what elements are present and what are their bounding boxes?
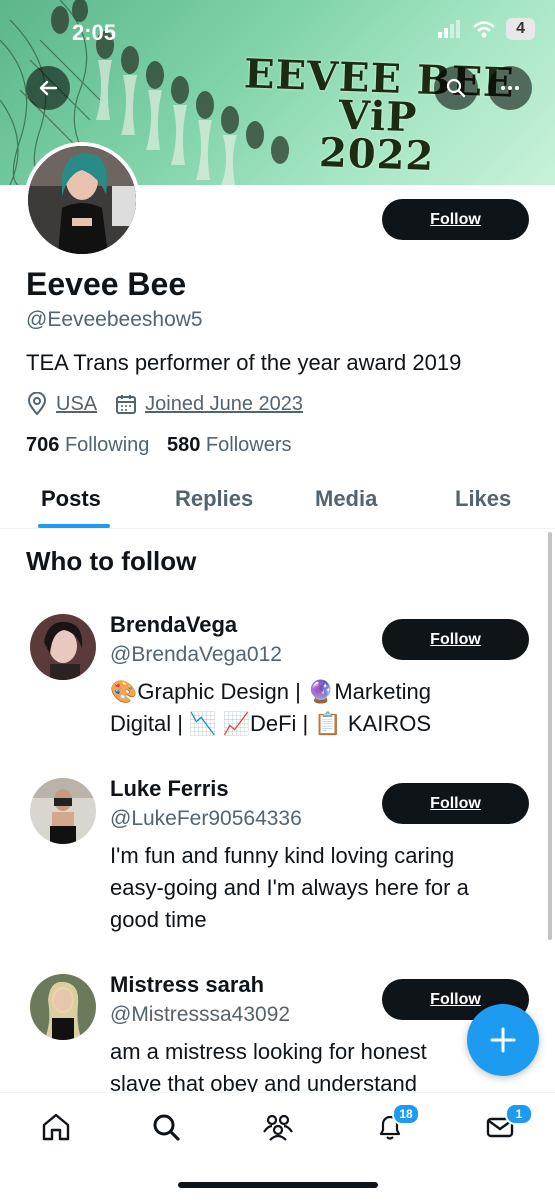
following-label: Following: [64, 434, 150, 456]
plus-icon: [490, 1027, 516, 1053]
suggestion-bio: I'm fun and funny kind loving caring eas…: [110, 840, 530, 936]
search-button[interactable]: [434, 66, 478, 110]
nav-search[interactable]: [146, 1109, 186, 1145]
suggestion-bio-line: good time: [110, 907, 207, 932]
compose-button[interactable]: [467, 1004, 539, 1076]
avatar[interactable]: [30, 974, 96, 1040]
profile-joined-date: Joined June 2023: [145, 392, 304, 415]
suggestion-name[interactable]: Mistress sarah: [110, 972, 264, 998]
suggestion-name[interactable]: Luke Ferris: [110, 776, 229, 802]
tab-replies[interactable]: Replies: [175, 486, 253, 512]
search-icon: [153, 1114, 180, 1141]
banner-title: EEVEE BEE ViP 2022: [226, 50, 530, 180]
suggestion-bio-line: I'm fun and funny kind loving caring: [110, 843, 455, 868]
suggestion-bio-line: Digital | 📉 📈DeFi | 📋 KAIROS: [110, 711, 431, 736]
suggestion-bio-line: easy-going and I'm always here for a: [110, 875, 469, 900]
more-button[interactable]: [488, 66, 532, 110]
profile-handle: @Eeveebeeshow5: [26, 308, 203, 331]
back-button[interactable]: [26, 66, 70, 110]
profile-counts: 706 Following 580 Followers: [26, 434, 292, 457]
avatar-image: [28, 146, 136, 254]
banner-title-line1: EEVEE BEE ViP: [243, 50, 516, 142]
following-count: 706: [26, 434, 60, 456]
communities-icon: [263, 1114, 293, 1141]
follow-button[interactable]: Follow: [382, 783, 529, 824]
nav-home[interactable]: [36, 1109, 76, 1145]
followers-count: 580: [166, 434, 201, 456]
profile-avatar[interactable]: [24, 142, 140, 258]
profile-tabs: Posts Replies Media Likes: [0, 478, 555, 529]
status-indicators: 4: [438, 18, 535, 40]
search-icon: [446, 78, 466, 98]
scrollbar[interactable]: [548, 532, 552, 940]
tab-likes[interactable]: Likes: [455, 486, 511, 512]
suggestion-bio: 🎨Graphic Design | 🔮Marketing Digital | 📉…: [110, 676, 530, 740]
suggestion-handle: @BrendaVega012: [110, 643, 282, 666]
suggestion-handle: @Mistresssa43092: [110, 1003, 291, 1026]
follow-button[interactable]: Follow: [382, 619, 529, 660]
profile-follow-button[interactable]: Follow: [382, 199, 529, 240]
notifications-badge: 18: [392, 1103, 420, 1125]
tab-media[interactable]: Media: [315, 486, 377, 512]
nav-communities[interactable]: [258, 1109, 298, 1145]
avatar-image: [30, 974, 96, 1040]
avatar[interactable]: [30, 778, 96, 844]
suggestion-bio-line: 🎨Graphic Design | 🔮Marketing: [110, 679, 431, 704]
suggestion-name[interactable]: BrendaVega: [110, 612, 237, 638]
calendar-icon: [116, 395, 137, 414]
avatar-image: [30, 614, 96, 680]
who-to-follow-title: Who to follow: [26, 546, 197, 576]
home-indicator[interactable]: [178, 1182, 378, 1188]
wifi-icon: [473, 21, 495, 38]
profile-meta: USA Joined June 2023: [26, 392, 303, 416]
profile-location-link[interactable]: USA: [56, 393, 97, 416]
battery-indicator: 4: [506, 18, 535, 40]
more-horizontal-icon: [501, 86, 519, 90]
followers-label: Followers: [205, 434, 292, 456]
suggestion-handle: @LukeFer90564336: [110, 807, 302, 830]
profile-name: Eevee Bee: [26, 266, 187, 302]
avatar[interactable]: [30, 614, 96, 680]
messages-badge: 1: [505, 1103, 533, 1125]
status-time: 2:05: [72, 20, 117, 45]
followers-link[interactable]: 580 Followers: [167, 434, 292, 456]
following-link[interactable]: 706 Following: [26, 434, 149, 456]
active-tab-indicator: [38, 524, 110, 528]
home-icon: [42, 1113, 70, 1141]
arrow-left-icon: [39, 80, 58, 96]
tab-posts[interactable]: Posts: [41, 486, 101, 512]
avatar-image: [30, 778, 96, 844]
signal-icon: [438, 20, 461, 38]
profile-bio: TEA Trans performer of the year award 20…: [26, 350, 462, 375]
location-pin-icon: [27, 392, 47, 416]
